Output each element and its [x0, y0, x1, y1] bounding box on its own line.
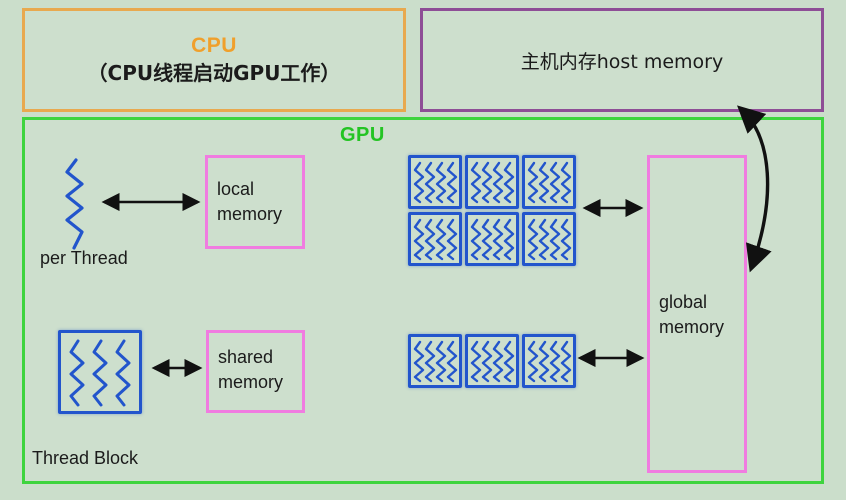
global-memory-line2: memory: [659, 317, 725, 337]
thread-block-small: [522, 334, 576, 388]
thread-block-label: Thread Block: [32, 448, 139, 468]
gpu-title: GPU: [340, 124, 385, 146]
thread-block-small: [408, 212, 462, 266]
thread-block-small: [522, 212, 576, 266]
thread-block-small: [465, 155, 519, 209]
thread-block-small: [408, 334, 462, 388]
arrow-row-to-global-memory: [572, 348, 650, 373]
cpu-subtitle: （CPU线程启动GPU工作）: [87, 61, 341, 85]
local-memory-line2: memory: [217, 204, 283, 224]
thread-squiggle-icon: [62, 158, 92, 250]
thread-block-small: [465, 212, 519, 266]
arrow-global-memory-to-host-memory: [718, 98, 788, 293]
shared-memory-line2: memory: [218, 372, 284, 392]
shared-memory-line1: shared: [218, 347, 274, 367]
cpu-box: CPU （CPU线程启动GPU工作）: [22, 8, 406, 112]
cpu-title: CPU: [191, 34, 237, 57]
diagram-canvas: CPU （CPU线程启动GPU工作） 主机内存host memory GPU p…: [0, 0, 846, 500]
host-memory-box: 主机内存host memory: [420, 8, 824, 112]
global-memory-line1: global: [659, 292, 708, 312]
thread-block-small: [408, 155, 462, 209]
local-memory-line1: local: [217, 179, 255, 199]
shared-memory-box: shared memory: [206, 330, 305, 413]
thread-block-small: [465, 334, 519, 388]
arrow-block-to-shared-memory: [146, 358, 208, 383]
host-memory-label: 主机内存host memory: [520, 50, 724, 73]
per-thread-label: per Thread: [40, 248, 128, 268]
thread-block-square: [58, 330, 142, 414]
arrow-thread-to-local-memory: [96, 192, 206, 217]
arrow-grid-to-global-memory: [577, 198, 649, 223]
thread-block-small: [522, 155, 576, 209]
local-memory-box: local memory: [205, 155, 305, 249]
